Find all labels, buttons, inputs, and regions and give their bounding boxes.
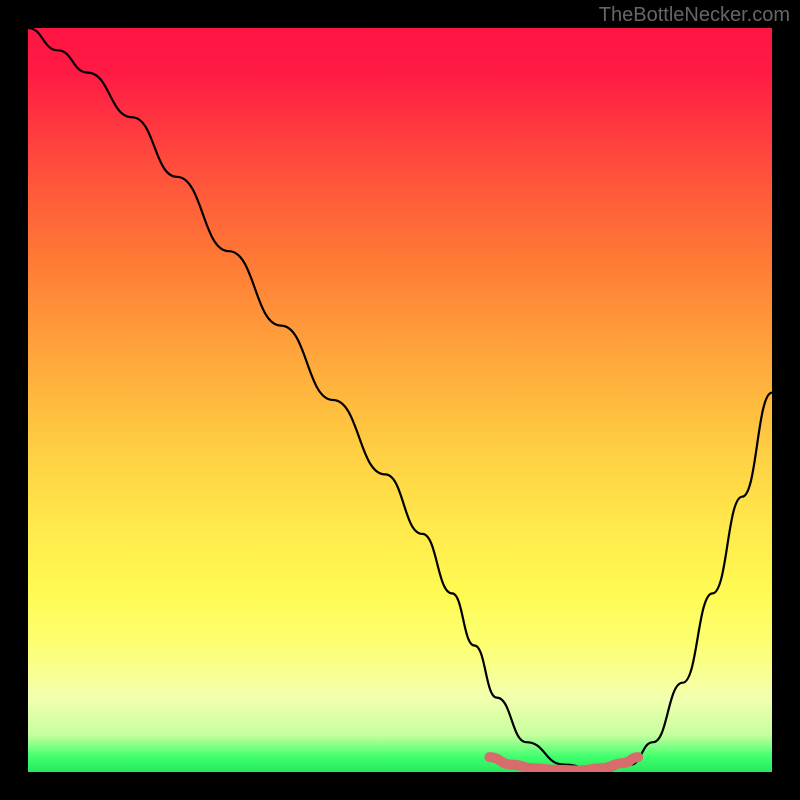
chart-area bbox=[28, 28, 772, 772]
chart-svg bbox=[28, 28, 772, 772]
watermark-text: TheBottleNecker.com bbox=[599, 4, 790, 27]
bottleneck-curve bbox=[28, 28, 772, 772]
